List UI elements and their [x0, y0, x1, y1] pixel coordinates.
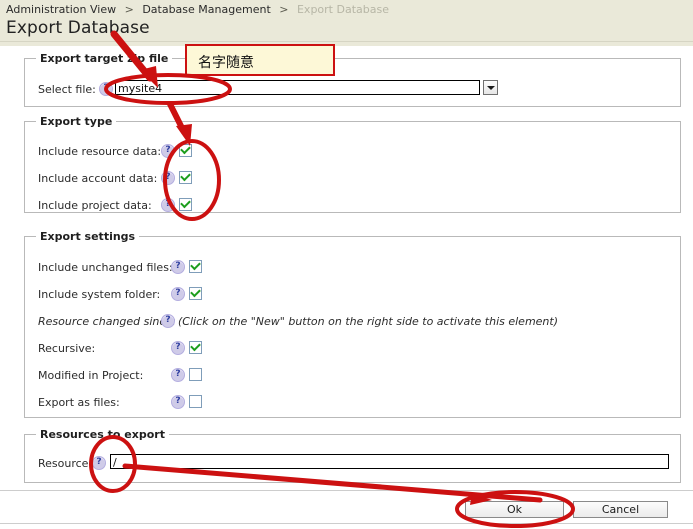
- include-unchanged-files-label: Include unchanged files:: [38, 261, 173, 274]
- help-icon-glyph: ?: [103, 83, 109, 93]
- help-icon-glyph: ?: [175, 369, 181, 379]
- help-icon-glyph: ?: [165, 315, 171, 325]
- help-icon[interactable]: ?: [161, 144, 175, 158]
- include-project-data-label: Include project data:: [38, 199, 152, 212]
- resource-changed-since-label: Resource changed since:: [38, 315, 176, 328]
- help-icon-glyph: ?: [165, 172, 171, 182]
- resource-changed-since-hint: (Click on the "New" button on the right …: [178, 315, 558, 328]
- include-project-data-checkbox[interactable]: [179, 198, 192, 211]
- help-icon-glyph: ?: [175, 288, 181, 298]
- chevron-down-icon[interactable]: [483, 80, 498, 95]
- resource-input[interactable]: /: [110, 454, 669, 469]
- form-body: Export target zip file Select file: ? my…: [0, 46, 693, 483]
- breadcrumb-separator: >: [279, 3, 289, 16]
- page-title: Export Database: [6, 18, 150, 38]
- help-icon[interactable]: ?: [171, 260, 185, 274]
- help-icon-glyph: ?: [175, 342, 181, 352]
- breadcrumb-item-database-management[interactable]: Database Management: [142, 3, 270, 16]
- export-as-files-checkbox[interactable]: [189, 395, 202, 408]
- include-account-data-checkbox[interactable]: [179, 171, 192, 184]
- include-system-folder-checkbox[interactable]: [189, 287, 202, 300]
- help-icon[interactable]: ?: [161, 171, 175, 185]
- fieldset-legend-resources-to-export: Resources to export: [36, 428, 169, 441]
- fieldset-legend-export-target: Export target zip file: [36, 52, 173, 65]
- footer-divider: [0, 490, 693, 491]
- include-resource-data-label: Include resource data:: [38, 145, 162, 158]
- help-icon-glyph: ?: [96, 457, 102, 467]
- help-icon-glyph: ?: [165, 145, 171, 155]
- help-icon[interactable]: ?: [99, 82, 113, 96]
- breadcrumb-item-export-database: Export Database: [296, 3, 389, 16]
- include-system-folder-label: Include system folder:: [38, 288, 161, 301]
- include-resource-data-checkbox[interactable]: [179, 144, 192, 157]
- page-header: Administration View > Database Managemen…: [0, 0, 693, 47]
- help-icon[interactable]: ?: [171, 395, 185, 409]
- help-icon-glyph: ?: [175, 396, 181, 406]
- ok-button[interactable]: Ok: [465, 501, 564, 518]
- recursive-checkbox[interactable]: [189, 341, 202, 354]
- select-file-input[interactable]: mysite4: [115, 80, 480, 95]
- help-icon-glyph: ?: [165, 199, 171, 209]
- modified-in-project-label: Modified in Project:: [38, 369, 144, 382]
- help-icon[interactable]: ?: [161, 314, 175, 328]
- help-icon[interactable]: ?: [171, 287, 185, 301]
- breadcrumb-item-administration-view[interactable]: Administration View: [6, 3, 116, 16]
- modified-in-project-checkbox[interactable]: [189, 368, 202, 381]
- include-account-data-label: Include account data:: [38, 172, 158, 185]
- breadcrumb: Administration View > Database Managemen…: [6, 3, 389, 16]
- select-file-label: Select file:: [38, 83, 96, 96]
- help-icon[interactable]: ?: [171, 341, 185, 355]
- footer-bottom-divider: [0, 523, 693, 524]
- resource-label: Resource:: [38, 457, 93, 470]
- cancel-button[interactable]: Cancel: [573, 501, 668, 518]
- help-icon[interactable]: ?: [161, 198, 175, 212]
- fieldset-legend-export-type: Export type: [36, 115, 117, 128]
- export-as-files-label: Export as files:: [38, 396, 120, 409]
- breadcrumb-separator: >: [124, 3, 134, 16]
- recursive-label: Recursive:: [38, 342, 96, 355]
- annotation-note-box: 名字随意: [185, 44, 335, 76]
- include-unchanged-files-checkbox[interactable]: [189, 260, 202, 273]
- export-database-page: Administration View > Database Managemen…: [0, 0, 693, 529]
- annotation-note-text: 名字随意: [198, 55, 254, 71]
- help-icon-glyph: ?: [175, 261, 181, 271]
- fieldset-legend-export-settings: Export settings: [36, 230, 140, 243]
- help-icon[interactable]: ?: [92, 456, 106, 470]
- help-icon[interactable]: ?: [171, 368, 185, 382]
